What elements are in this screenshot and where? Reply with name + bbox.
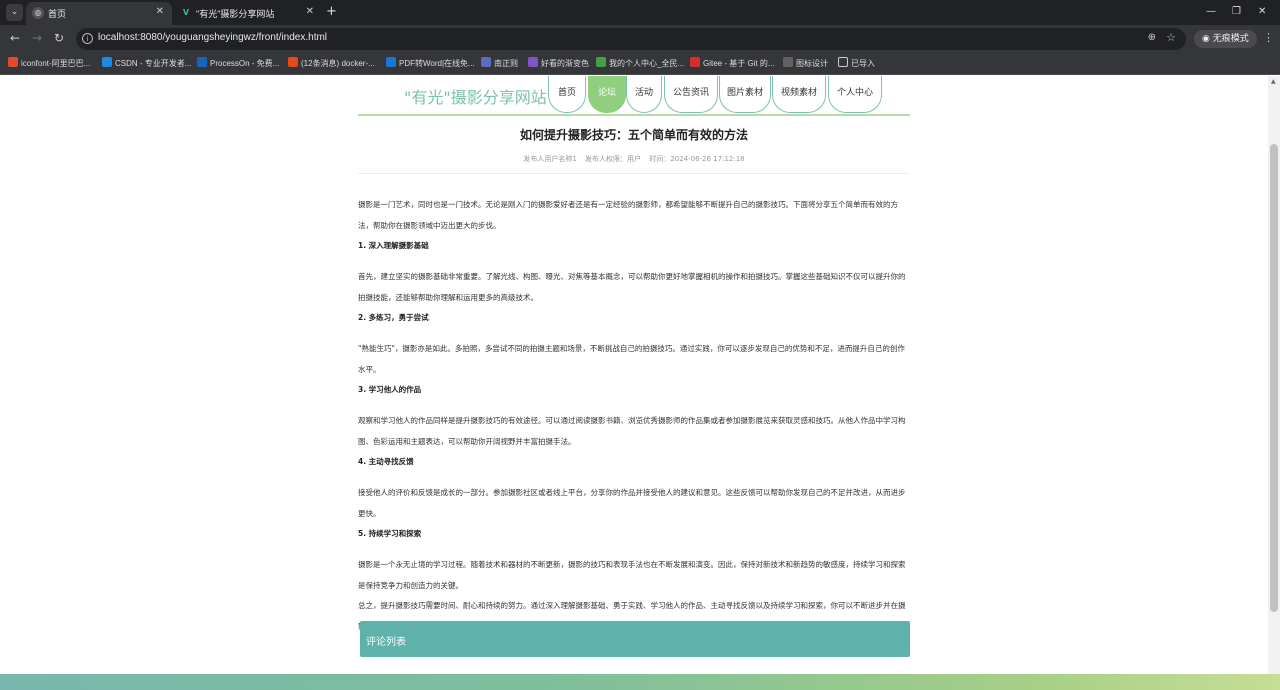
post-paragraph: 观察和学习他人的作品同样是提升摄影技巧的有效途径。可以通过阅读摄影书籍、浏览优秀… — [358, 416, 906, 446]
bookmark-item[interactable]: PDF转Word|在线免... — [386, 57, 475, 71]
post-title: 如何提升摄影技巧：五个简单而有效的方法 — [519, 128, 748, 142]
bookmark-item[interactable]: ProcessOn - 免费... — [197, 57, 279, 71]
bookmark-item[interactable]: Gitee - 基于 Git 的... — [690, 57, 775, 71]
post-section-heading: 5. 持续学习和探索 — [358, 529, 422, 538]
incognito-label: 无痕模式 — [1212, 34, 1249, 44]
nav-item-activity[interactable]: 活动 — [626, 76, 662, 113]
tab-search-icon[interactable]: ⌄ — [6, 4, 23, 21]
zoom-icon[interactable]: ⊕ — [1148, 32, 1156, 43]
nav-item-images[interactable]: 图片素材 — [719, 76, 771, 113]
close-window-icon[interactable]: ✕ — [1258, 6, 1266, 17]
bookmark-label: ProcessOn - 免费... — [210, 59, 280, 68]
profile-icon — [596, 57, 606, 67]
scroll-up-icon[interactable]: ▲ — [1271, 78, 1276, 85]
address-bar[interactable]: i localhost:8080/youguangsheyingwz/front… — [76, 28, 1186, 50]
nav-item-news[interactable]: 公告资讯 — [664, 76, 718, 113]
bookmark-label: 我的个人中心_全民... — [609, 59, 685, 68]
post-paragraph: 摄影是一门艺术，同时也是一门技术。无论是刚入门的摄影爱好者还是有一定经验的摄影师… — [358, 200, 898, 230]
csdn-c-icon — [288, 57, 298, 67]
nav-item-home[interactable]: 首页 — [548, 76, 586, 113]
tab-title: "有光"摄影分享网站 — [196, 9, 275, 19]
nav-item-profile[interactable]: 个人中心 — [828, 76, 882, 113]
bookmark-label: PDF转Word|在线免... — [399, 59, 475, 68]
url-text[interactable]: localhost:8080/youguangsheyingwz/front/i… — [98, 32, 327, 43]
post-section-heading: 2. 多练习，勇于尝试 — [358, 313, 429, 322]
regex-icon — [481, 57, 491, 67]
bookmark-label: CSDN - 专业开发者... — [115, 59, 192, 68]
bookmark-label: (12条消息) docker-... — [301, 59, 375, 68]
tab-title: 首页 — [48, 9, 67, 19]
bookmark-item[interactable]: (12条消息) docker-... — [288, 57, 375, 71]
bookmark-item[interactable]: iconfont-阿里巴巴... — [8, 57, 90, 71]
restore-icon[interactable]: ❐ — [1232, 6, 1241, 17]
vue-logo-icon: V — [182, 8, 190, 17]
iconfont-icon — [8, 57, 18, 67]
bookmark-item[interactable]: 我的个人中心_全民... — [596, 57, 684, 71]
comments-title: 评论列表 — [366, 637, 406, 648]
gradient-icon — [528, 57, 538, 67]
nav-item-videos[interactable]: 视频素材 — [772, 76, 826, 113]
close-icon[interactable]: ✕ — [156, 6, 164, 17]
browser-menu-icon[interactable]: ⋮ — [1263, 31, 1274, 44]
folder-icon — [838, 57, 848, 67]
post-section-heading: 4. 主动寻找反馈 — [358, 457, 414, 466]
nav-divider — [358, 114, 910, 116]
processon-icon — [197, 57, 207, 67]
page-viewport: "有光"摄影分享网站 首页 论坛 活动 公告资讯 图片素材 视频素材 个人中心 … — [0, 76, 1268, 690]
bookmark-label: 已导入 — [851, 59, 875, 68]
meta-divider — [358, 173, 910, 174]
bookmark-label: 好看的渐变色 — [541, 59, 589, 68]
post-author-role: 发布人权限：用户 — [585, 155, 642, 163]
bookmark-item[interactable]: 南正则 — [481, 57, 518, 71]
bookmarks-bar: iconfont-阿里巴巴... CSDN - 专业开发者... Process… — [0, 53, 1280, 75]
post-section-heading: 3. 学习他人的作品 — [358, 385, 422, 394]
incognito-icon: ◉ — [1202, 34, 1213, 44]
post-meta: 发布人用户名称1 发布人权限：用户 时间：2024-06-26 17:12:18 — [358, 154, 910, 164]
site-info-icon[interactable]: i — [82, 33, 93, 44]
bookmark-item[interactable]: 图标设计 — [783, 57, 828, 71]
post-author-name: 发布人用户名称1 — [523, 155, 577, 163]
bookmark-folder[interactable]: 已导入 — [838, 57, 875, 71]
bookmark-label: Gitee - 基于 Git 的... — [703, 59, 775, 68]
tab-site[interactable]: V "有光"摄影分享网站 ✕ — [174, 2, 322, 25]
bookmark-label: iconfont-阿里巴巴... — [21, 59, 91, 68]
close-icon[interactable]: ✕ — [306, 6, 314, 17]
footer-gradient-band — [0, 674, 1280, 690]
comments-header: 评论列表 — [360, 621, 910, 657]
tab-home[interactable]: ◍ 首页 ✕ — [26, 2, 172, 25]
post-paragraph: 首先，建立坚实的摄影基础非常重要。了解光线、构图、曝光、对焦等基本概念，可以帮助… — [358, 272, 906, 302]
site-title[interactable]: "有光"摄影分享网站 — [404, 84, 547, 108]
nav-item-forum[interactable]: 论坛 — [588, 76, 626, 113]
post-time: 时间：2024-06-26 17:12:18 — [649, 155, 745, 163]
post-paragraph: "熟能生巧"，摄影亦是如此。多拍照，多尝试不同的拍摄主题和场景，不断挑战自己的拍… — [358, 344, 905, 374]
globe-icon: ◍ — [32, 7, 44, 19]
incognito-badge[interactable]: ◉ 无痕模式 — [1194, 30, 1257, 48]
browser-toolbar: ← → ↻ i localhost:8080/youguangsheyingwz… — [0, 25, 1280, 53]
back-icon[interactable]: ← — [10, 31, 20, 45]
bookmark-label: 南正则 — [494, 59, 518, 68]
post-paragraph: 摄影是一个永无止境的学习过程。随着技术和器材的不断更新，摄影的技巧和表现手法也在… — [358, 560, 906, 590]
bookmark-item[interactable]: 好看的渐变色 — [528, 57, 589, 71]
gitee-icon — [690, 57, 700, 67]
forward-icon[interactable]: → — [32, 31, 42, 45]
post-section-heading: 1. 深入理解摄影基础 — [358, 241, 429, 250]
scrollbar-thumb[interactable] — [1270, 144, 1278, 612]
browser-tab-strip: ⌄ ◍ 首页 ✕ V "有光"摄影分享网站 ✕ + — ❐ ✕ — [0, 0, 1280, 25]
pdf-icon — [386, 57, 396, 67]
reload-icon[interactable]: ↻ — [54, 31, 64, 45]
bookmark-item[interactable]: CSDN - 专业开发者... — [102, 57, 191, 71]
post-paragraph: 接受他人的评价和反馈是成长的一部分。参加摄影社区或者线上平台，分享你的作品并接受… — [358, 488, 906, 518]
minimize-icon[interactable]: — — [1206, 6, 1216, 17]
bookmark-star-icon[interactable]: ☆ — [1166, 31, 1176, 44]
new-tab-icon[interactable]: + — [326, 4, 337, 19]
design-icon — [783, 57, 793, 67]
page-scrollbar[interactable]: ▲ ▼ — [1268, 76, 1280, 690]
bookmark-label: 图标设计 — [796, 59, 828, 68]
csdn-icon — [102, 57, 112, 67]
